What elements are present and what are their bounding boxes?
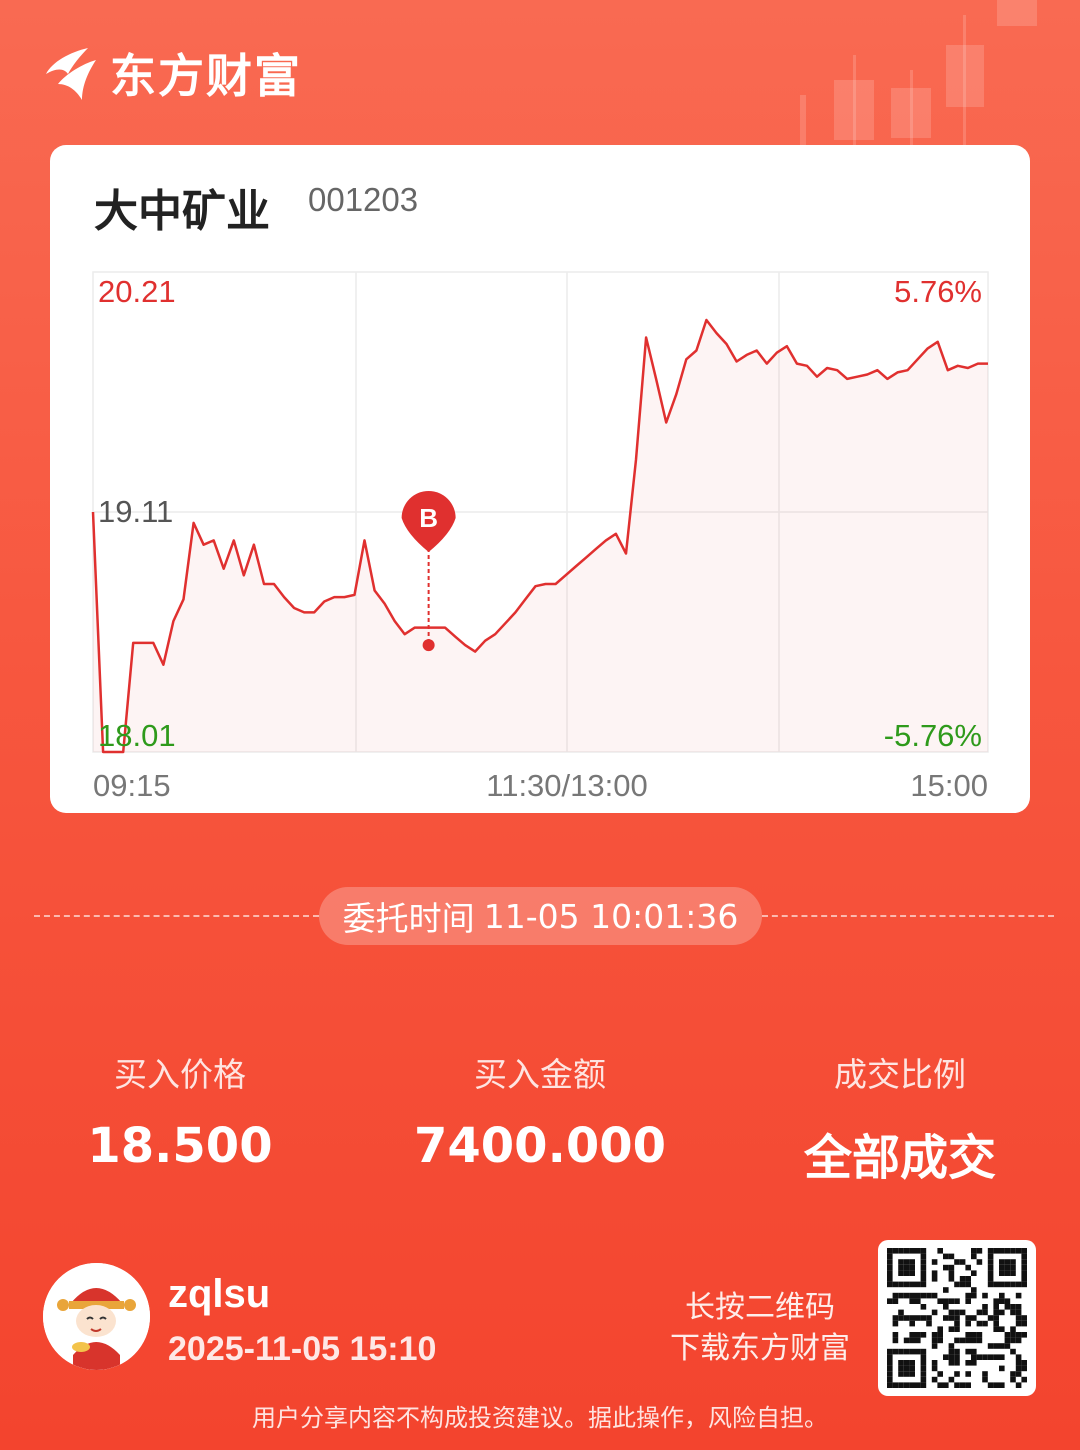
order-time-pill: 委托时间 11-05 10:01:36 bbox=[319, 887, 762, 945]
divider-right bbox=[762, 915, 1054, 917]
intraday-chart: B 20.21 19.11 18.01 5.76% -5.76% 09:15 1… bbox=[91, 271, 989, 803]
share-time: 2025-11-05 15:10 bbox=[168, 1330, 437, 1368]
stat-label: 成交比例 bbox=[834, 1055, 966, 1094]
y-min-label: 18.01 bbox=[98, 718, 176, 753]
order-time-label: 委托时间 bbox=[342, 899, 475, 938]
qr-code-icon bbox=[887, 1248, 1027, 1388]
disclaimer: 用户分享内容不构成投资建议。据此操作，风险自担。 bbox=[252, 1404, 828, 1432]
x-tick-mid: 11:30/13:00 bbox=[486, 768, 647, 803]
marker-label: B bbox=[419, 503, 438, 533]
buy-marker: B bbox=[401, 491, 456, 652]
avatar-caishen-icon bbox=[43, 1263, 150, 1370]
brand-name: 东方财富 bbox=[110, 49, 302, 103]
stat-value: 全部成交 bbox=[803, 1130, 996, 1186]
order-time-value: 11-05 10:01:36 bbox=[483, 896, 739, 936]
stat-buy-price: 买入价格 18.500 bbox=[0, 1048, 360, 1174]
x-tick-end: 15:00 bbox=[910, 768, 988, 803]
candlestick-decoration-icon bbox=[800, 0, 1037, 150]
stat-buy-amount: 买入金额 7400.000 bbox=[360, 1048, 720, 1174]
stat-value: 7400.000 bbox=[413, 1118, 667, 1174]
brand-swoosh-icon bbox=[46, 48, 96, 100]
x-tick-start: 09:15 bbox=[93, 768, 171, 803]
qr-hint-line1: 长按二维码 bbox=[685, 1290, 835, 1325]
brand-logo: 东方财富 bbox=[42, 40, 302, 106]
y-ref-label: 19.11 bbox=[98, 494, 173, 529]
stock-card: 大中矿业 001203 B 20.21 19.11 18.01 5.76% -5… bbox=[50, 145, 1030, 813]
y-max-label: 20.21 bbox=[98, 274, 176, 309]
qr-hint-line2: 下载东方财富 bbox=[670, 1331, 850, 1366]
stat-value: 18.500 bbox=[87, 1118, 273, 1174]
stat-label: 买入价格 bbox=[114, 1055, 246, 1094]
stat-label: 买入金额 bbox=[474, 1055, 606, 1094]
divider-left bbox=[34, 915, 319, 917]
price-area bbox=[93, 320, 988, 752]
marker-dot bbox=[422, 639, 435, 652]
qr-code[interactable] bbox=[878, 1240, 1036, 1396]
avatar[interactable] bbox=[43, 1263, 150, 1370]
stat-fill-ratio: 成交比例 全部成交 bbox=[720, 1048, 1080, 1188]
pct-min-label: -5.76% bbox=[884, 718, 982, 753]
pct-max-label: 5.76% bbox=[894, 274, 982, 309]
username: zqlsu bbox=[168, 1272, 271, 1316]
